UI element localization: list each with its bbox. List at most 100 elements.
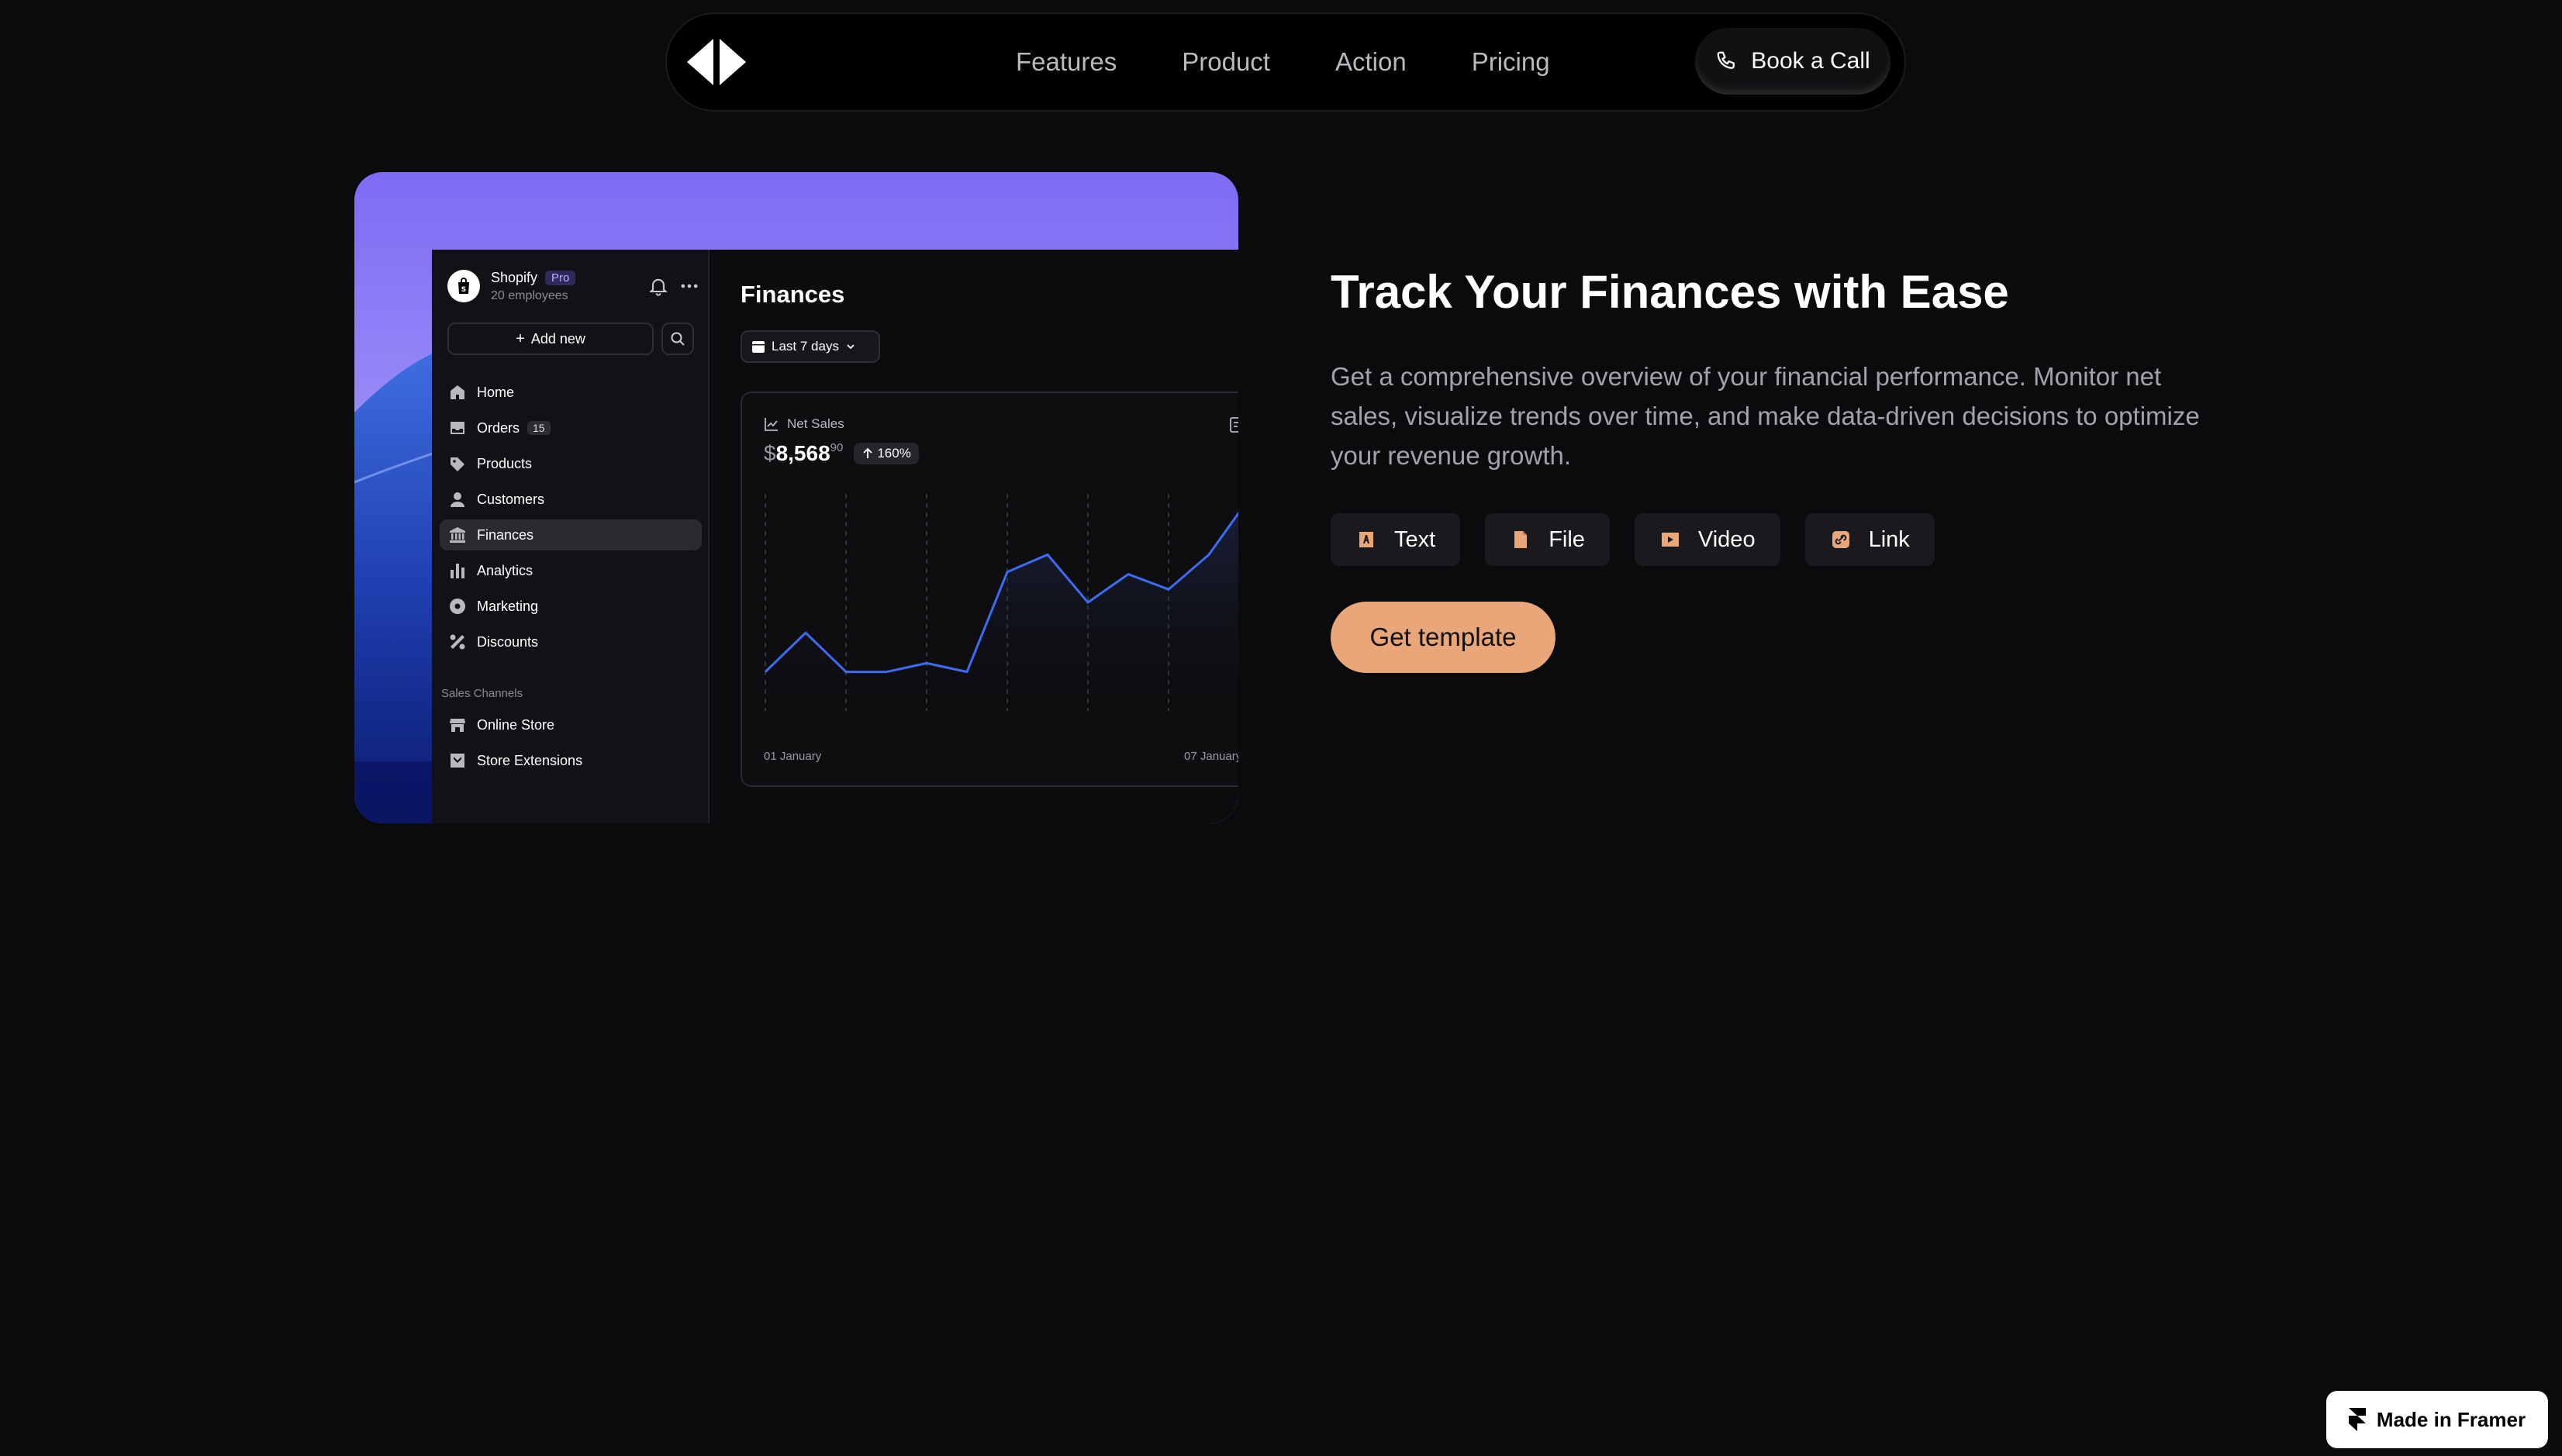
framer-icon — [2348, 1408, 2366, 1431]
target-icon — [449, 598, 466, 615]
sidebar-item-discounts[interactable]: Discounts — [440, 626, 702, 657]
nav-link-product[interactable]: Product — [1182, 47, 1270, 77]
sidebar-item-label: Discounts — [477, 633, 539, 650]
made-in-framer-badge[interactable]: Made in Framer — [2326, 1391, 2548, 1448]
add-new-label: Add new — [530, 330, 585, 347]
shopify-bag-icon: S — [447, 270, 480, 302]
net-sales-amount: $8,568 90 160% — [764, 441, 919, 466]
top-nav: Features Product Action Pricing Book a C… — [665, 12, 1906, 112]
series-area — [765, 513, 1238, 711]
sidebar-item-analytics[interactable]: Analytics — [440, 555, 702, 586]
search-icon — [670, 331, 685, 347]
book-call-button[interactable]: Book a Call — [1695, 28, 1890, 95]
amount-value: 8,568 — [775, 441, 830, 465]
sales-channels-heading: Sales Channels — [441, 687, 523, 700]
app-window: S Shopify Pro 20 employees + Add new Hom… — [432, 250, 1238, 823]
nav-link-action[interactable]: Action — [1335, 47, 1407, 77]
sidebar-item-label: Online Store — [477, 716, 555, 733]
store-icon — [449, 716, 466, 733]
hero-description: Get a comprehensive overview of your fin… — [1331, 362, 2200, 470]
sidebar-item-finances[interactable]: Finances — [440, 519, 702, 550]
link-icon — [1832, 530, 1850, 549]
tag-icon — [449, 455, 466, 472]
expand-icon[interactable] — [1229, 416, 1238, 433]
bell-icon[interactable] — [647, 275, 669, 297]
video-icon — [1661, 530, 1680, 549]
line-chart-icon — [764, 416, 779, 432]
net-sales-header: Net Sales — [764, 416, 844, 432]
chip-label: Text — [1394, 526, 1436, 552]
sidebar-item-customers[interactable]: Customers — [440, 484, 702, 515]
person-icon — [449, 491, 466, 508]
store-name: Shopify — [491, 269, 538, 285]
extension-icon — [449, 752, 466, 769]
chip-link[interactable]: Link — [1804, 513, 1935, 566]
search-button[interactable] — [661, 323, 694, 355]
sidebar-item-label: Marketing — [477, 598, 539, 614]
percent-icon — [449, 633, 466, 650]
sidebar-item-products[interactable]: Products — [440, 448, 702, 479]
sidebar-item-orders[interactable]: Orders 15 — [440, 412, 702, 443]
sidebar-item-label: Finances — [477, 526, 534, 543]
orders-count-badge: 15 — [527, 421, 551, 435]
more-icon[interactable] — [678, 275, 700, 297]
sidebar-item-label: Store Extensions — [477, 752, 583, 768]
sidebar-item-label: Orders — [477, 419, 520, 436]
content-type-chips: Text File Video Link — [1331, 513, 1935, 566]
bar-chart-icon — [449, 562, 466, 579]
sidebar-item-label: Analytics — [477, 562, 533, 578]
chip-file[interactable]: File — [1485, 513, 1610, 566]
date-range-select[interactable]: Last 7 days — [741, 330, 880, 363]
add-row: + Add new — [447, 323, 700, 355]
text-icon — [1357, 530, 1376, 549]
sidebar-item-label: Customers — [477, 491, 545, 507]
sidebar-item-home[interactable]: Home — [440, 377, 702, 408]
x-tick-label-first: 01 January — [764, 750, 822, 763]
store-employees: 20 employees — [491, 288, 568, 302]
sidebar-item-online-store[interactable]: Online Store — [440, 709, 702, 740]
nav-link-pricing[interactable]: Pricing — [1472, 47, 1550, 77]
phone-icon — [1715, 50, 1738, 73]
sidebar-item-label: Products — [477, 455, 533, 471]
framer-label: Made in Framer — [2376, 1407, 2526, 1431]
sidebar-item-marketing[interactable]: Marketing — [440, 591, 702, 622]
sidebar-nav: Home Orders 15 Products Customers Financ… — [440, 377, 702, 776]
calendar-icon — [751, 340, 765, 354]
logo-icon[interactable] — [687, 39, 746, 85]
inbox-icon — [449, 419, 466, 436]
store-info[interactable]: Shopify Pro 20 employees — [491, 270, 638, 303]
add-new-button[interactable]: + Add new — [447, 323, 654, 355]
nav-links: Features Product Action Pricing — [1016, 14, 1550, 110]
chip-video[interactable]: Video — [1634, 513, 1780, 566]
finances-panel: Finances Last 7 days Net Sales $8,568 90 — [710, 250, 1238, 823]
net-sales-card: Net Sales $8,568 90 160% 01 January 07 J… — [741, 392, 1238, 787]
x-tick-label-last: 07 January — [1184, 750, 1238, 763]
home-icon — [449, 384, 466, 401]
hero-headline: Track Your Finances with Ease — [1331, 266, 2009, 318]
arrow-up-icon — [861, 447, 874, 460]
get-template-button[interactable]: Get template — [1331, 602, 1556, 673]
bank-icon — [449, 526, 466, 543]
amount-cents: 90 — [830, 441, 844, 454]
file-icon — [1511, 530, 1530, 549]
plus-icon: + — [516, 329, 525, 347]
sidebar: S Shopify Pro 20 employees + Add new Hom… — [432, 250, 710, 823]
svg-text:S: S — [461, 286, 466, 294]
date-range-label: Last 7 days — [772, 339, 839, 354]
sidebar-item-label: Home — [477, 384, 515, 400]
pro-badge: Pro — [545, 270, 576, 285]
dashboard-mockup: S Shopify Pro 20 employees + Add new Hom… — [354, 172, 1238, 823]
chip-text[interactable]: Text — [1331, 513, 1461, 566]
growth-value: 160% — [877, 446, 911, 461]
currency-symbol: $ — [764, 441, 776, 465]
net-sales-label: Net Sales — [787, 416, 844, 431]
book-call-label: Book a Call — [1751, 48, 1870, 74]
store-header: S Shopify Pro 20 employees — [447, 265, 700, 307]
chip-label: Link — [1868, 526, 1910, 552]
chevron-down-icon — [845, 341, 856, 352]
net-sales-chart — [764, 494, 1238, 711]
sidebar-item-store-extensions[interactable]: Store Extensions — [440, 745, 702, 776]
chip-label: File — [1549, 526, 1585, 552]
growth-badge: 160% — [854, 443, 919, 464]
nav-link-features[interactable]: Features — [1016, 47, 1117, 77]
